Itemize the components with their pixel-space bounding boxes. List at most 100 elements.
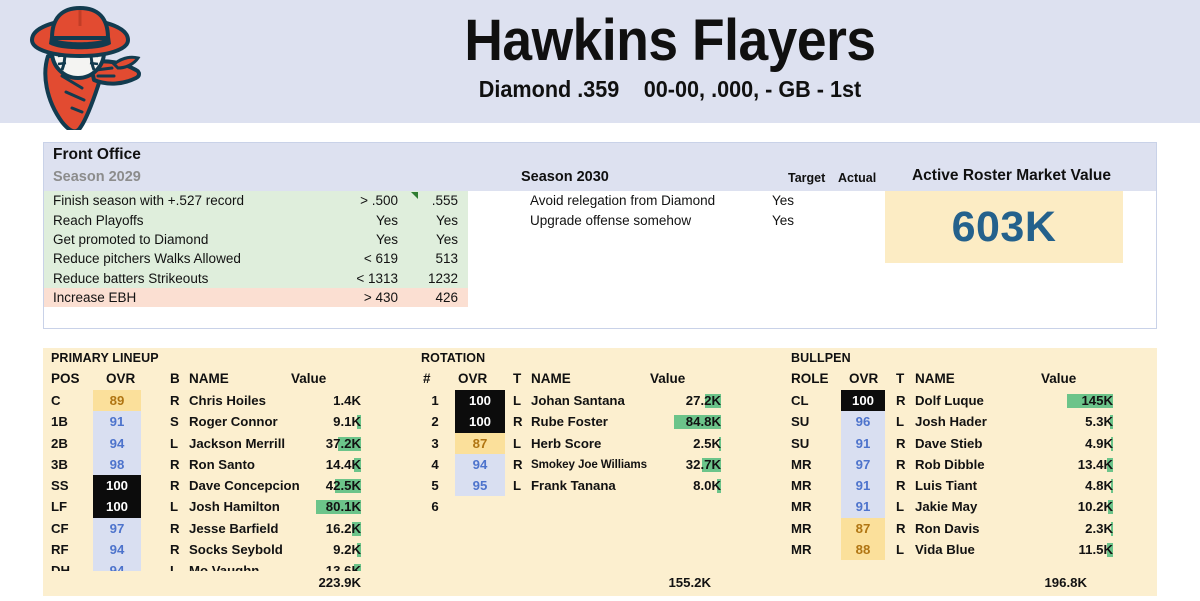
table-row[interactable]: C 89 R Chris Hoiles 1.4K (43, 390, 418, 412)
goal-actual: 1232 (427, 270, 458, 286)
player-name[interactable]: Jackson Merrill (189, 433, 285, 454)
table-row[interactable]: SU 96 L Josh Hader 5.3K (783, 411, 1157, 433)
table-row[interactable]: 3B 98 R Ron Santo 14.4K (43, 453, 418, 476)
table-row[interactable]: 6 (413, 496, 778, 518)
player-name[interactable]: Dave Stieb (915, 433, 982, 454)
ovr-rating: 100 (455, 411, 505, 433)
table-row[interactable]: LF 100 L Josh Hamilton 80.1K (43, 496, 418, 518)
ovr-rating: 100 (93, 475, 141, 497)
table-row[interactable]: CL 100 R Dolf Luque 145K (783, 390, 1157, 412)
ovr-rating (455, 496, 505, 518)
player-name[interactable]: Dave Concepcion (189, 475, 300, 496)
player-value: 2.3K (1085, 520, 1113, 536)
player-name[interactable]: Rube Foster (531, 411, 608, 432)
throws-hand: R (896, 456, 906, 472)
page-title: Hawkins Flayers (464, 8, 876, 73)
market-value-box: 603K (885, 191, 1123, 263)
position-label: LF (51, 499, 68, 515)
player-name[interactable]: Roger Connor (189, 411, 278, 432)
bats-hand: S (170, 414, 179, 430)
target-column-header: Target (788, 171, 826, 185)
player-value: 32.7K (685, 456, 721, 472)
player-name[interactable]: Johan Santana (531, 390, 625, 411)
goal-target: > .500 (360, 193, 398, 209)
market-value-label: Active Roster Market Value (911, 167, 1111, 184)
player-name[interactable]: Josh Hader (915, 411, 987, 432)
bullpen-role: MR (791, 542, 812, 558)
bullpen-role: MR (791, 478, 812, 494)
player-value: 4.8K (1085, 478, 1113, 494)
goal-row: Reach Playoffs Yes Yes (44, 210, 468, 230)
table-row[interactable]: MR 91 L Jakie May 10.2K (783, 496, 1157, 518)
player-name[interactable]: Ron Santo (189, 454, 255, 475)
player-name[interactable]: Rob Dibble (915, 454, 985, 475)
goal-target: Yes (771, 193, 795, 209)
bats-hand: R (170, 478, 180, 494)
front-office-title: Front Office (53, 146, 141, 163)
goal-actual: .555 (431, 193, 458, 209)
player-value: 37.2K (325, 435, 361, 451)
table-row[interactable]: 1B 91 S Roger Connor 9.1K (43, 411, 418, 433)
player-name[interactable]: Socks Seybold (189, 539, 283, 560)
position-label: SS (51, 478, 69, 494)
table-row[interactable]: 3 87 L Herb Score 2.5K (413, 432, 778, 454)
bullpen-role: MR (791, 499, 812, 515)
primary-lineup-total: 223.9K (318, 575, 361, 590)
table-row[interactable]: SS 100 R Dave Concepcion 42.5K (43, 475, 418, 497)
table-row[interactable]: CF 97 R Jesse Barfield 16.2K (43, 517, 418, 540)
player-value: 2.5K (693, 435, 721, 451)
primary-lineup-rows: C 89 R Chris Hoiles 1.4K 1B 91 S Roger Connor 9.1… (43, 390, 418, 582)
player-value: 5.3K (1085, 414, 1113, 430)
col-header-ovr: OVR (849, 371, 879, 386)
table-row[interactable]: MR 91 R Luis Tiant 4.8K (783, 475, 1157, 497)
rotation-total: 155.2K (668, 575, 711, 590)
goal-name: Increase EBH (53, 290, 137, 306)
table-row[interactable]: MR 87 R Ron Davis 2.3K (783, 517, 1157, 540)
player-name[interactable]: Dolf Luque (915, 390, 984, 411)
goal-row: Upgrade offense somehow Yes (521, 210, 881, 229)
table-row[interactable]: RF 94 R Socks Seybold 9.2K (43, 539, 418, 561)
player-value: 9.2K (333, 542, 361, 558)
table-row[interactable]: 2B 94 L Jackson Merrill 37.2K (43, 432, 418, 454)
goal-actual: Yes (435, 231, 458, 247)
player-name[interactable]: Jesse Barfield (189, 518, 278, 539)
player-name[interactable]: Chris Hoiles (189, 390, 266, 411)
season-2029-label: Season 2029 (53, 169, 141, 185)
position-label: RF (51, 542, 69, 558)
table-row[interactable]: 1 100 L Johan Santana 27.2K (413, 390, 778, 412)
goal-name: Reduce pitchers Walks Allowed (53, 251, 241, 267)
col-header-bats: B (170, 371, 180, 386)
goal-flag-icon (411, 192, 418, 199)
goal-name: Reach Playoffs (53, 212, 144, 228)
player-name[interactable]: Smokey Joe Williams (531, 454, 647, 475)
player-value: 9.1K (333, 414, 361, 430)
player-name[interactable]: Jakie May (915, 496, 977, 517)
col-header-ovr: OVR (458, 371, 488, 386)
table-row[interactable]: 2 100 R Rube Foster 84.8K (413, 411, 778, 433)
throws-hand: R (513, 414, 523, 430)
ovr-rating: 97 (93, 517, 141, 540)
goal-actual: 513 (435, 251, 458, 267)
goal-row: Reduce batters Strikeouts < 1313 1232 (44, 268, 468, 288)
goal-target: Yes (375, 212, 398, 228)
table-row[interactable]: 4 94 R Smokey Joe Williams 32.7K (413, 453, 778, 476)
goal-actual: 426 (435, 290, 458, 306)
table-row[interactable]: 5 95 L Frank Tanana 8.0K (413, 475, 778, 497)
player-name[interactable]: Luis Tiant (915, 475, 977, 496)
player-name[interactable]: Herb Score (531, 433, 601, 454)
bats-hand: R (170, 456, 180, 472)
position-label: 3B (51, 456, 68, 472)
table-row[interactable]: MR 88 L Vida Blue 11.5K (783, 539, 1157, 561)
goal-name: Upgrade offense somehow (530, 212, 692, 228)
table-row[interactable]: SU 91 R Dave Stieb 4.9K (783, 432, 1157, 454)
bats-hand: R (170, 542, 180, 558)
table-row[interactable]: MR 97 R Rob Dibble 13.4K (783, 453, 1157, 476)
bullpen-role: CL (791, 393, 809, 408)
rotation-slot: 5 (431, 478, 439, 494)
player-name[interactable]: Frank Tanana (531, 475, 616, 496)
player-value: 27.2K (685, 393, 721, 408)
player-name[interactable]: Josh Hamilton (189, 496, 280, 517)
bats-hand: L (170, 499, 179, 515)
player-name[interactable]: Vida Blue (915, 539, 975, 560)
player-name[interactable]: Ron Davis (915, 518, 980, 539)
